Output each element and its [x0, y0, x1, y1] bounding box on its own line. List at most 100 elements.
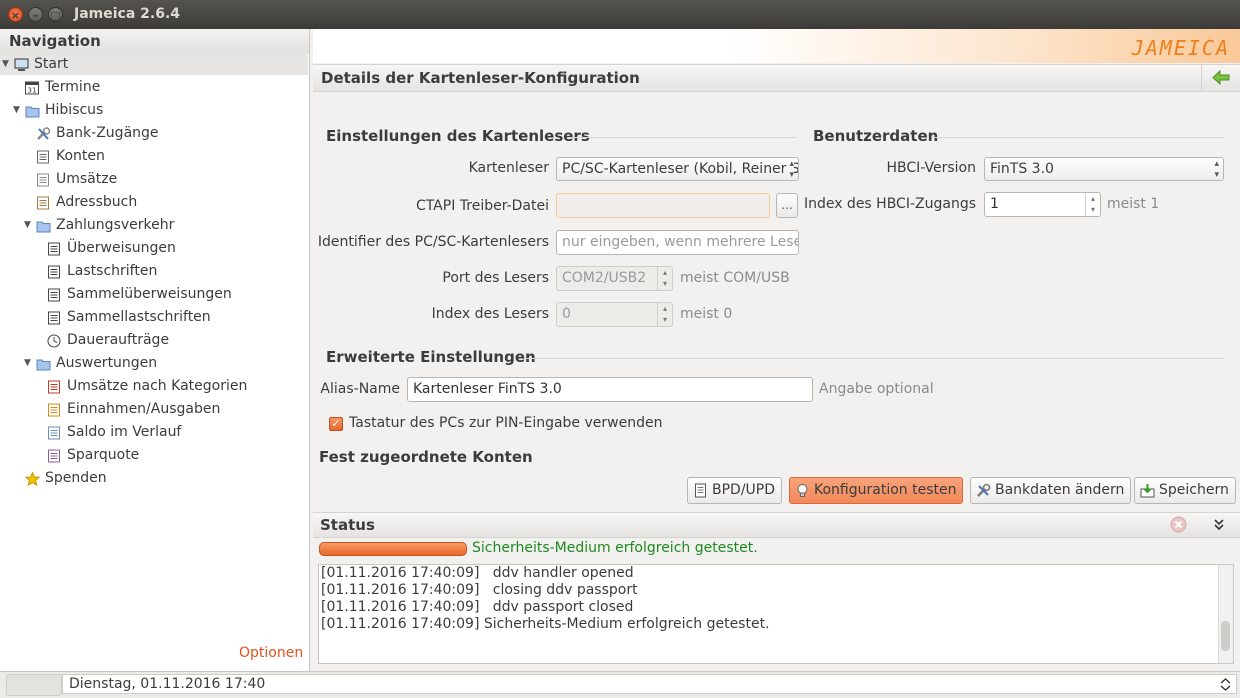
spinner-arrows-icon[interactable]: ▴ ▾: [657, 303, 672, 326]
hbci-version-select[interactable]: FinTS 3.0 ▴ ▾: [984, 157, 1224, 181]
chart-icon: [47, 379, 61, 394]
nav-item-sammellastschriften[interactable]: Sammellastschriften: [0, 306, 308, 328]
nav-item-label: Sammellastschriften: [67, 309, 211, 325]
reader-settings-title: Einstellungen des Kartenlesers: [326, 127, 590, 145]
window-close-button[interactable]: ×: [8, 7, 23, 22]
assigned-accounts-title: Fest zugeordnete Konten: [319, 448, 533, 466]
change-bankdata-button[interactable]: Bankdaten ändern: [970, 477, 1132, 504]
bpd-upd-button[interactable]: BPD/UPD: [687, 477, 783, 504]
clear-status-icon[interactable]: [1170, 516, 1187, 533]
collapse-icon[interactable]: [1213, 518, 1225, 532]
nav-item-label: Einnahmen/Ausgaben: [67, 401, 221, 417]
spinner-arrows-icon[interactable]: ▴ ▾: [1085, 193, 1100, 216]
nav-item-hibiscus[interactable]: ▼ Hibiscus: [0, 99, 308, 121]
status-header: Status: [313, 512, 1240, 538]
expand-toggle-icon[interactable]: ▼: [24, 214, 34, 236]
index-spinner[interactable]: 0 ▴ ▾: [556, 302, 673, 327]
bpd-upd-label: BPD/UPD: [712, 482, 776, 498]
addressbook-icon: [36, 195, 50, 210]
nav-item-spenden[interactable]: Spenden: [0, 467, 308, 489]
nav-item-zahlungsverkehr[interactable]: ▼ Zahlungsverkehr: [0, 214, 308, 236]
port-spinner[interactable]: COM2/USB2 ▴ ▾: [556, 266, 673, 291]
nav-item-sparquote[interactable]: Sparquote: [0, 444, 308, 466]
nav-item-label: Zahlungsverkehr: [56, 217, 175, 233]
nav-item-saldo-im-verlauf[interactable]: Saldo im Verlauf: [0, 421, 308, 443]
log-scrollbar[interactable]: [1218, 565, 1233, 663]
identifier-input[interactable]: nur eingeben, wenn mehrere Leser: [556, 230, 799, 255]
nav-item-sammelüberweisungen[interactable]: Sammelüberweisungen: [0, 283, 308, 305]
kartenleser-label: Kartenleser: [468, 160, 549, 176]
expand-icon[interactable]: [1220, 678, 1231, 691]
nav-item-termine[interactable]: 31 Termine: [0, 76, 308, 98]
advanced-settings-title: Erweiterte Einstellungen: [326, 348, 536, 366]
kartenleser-select[interactable]: PC/SC-Kartenleser (Kobil, Reiner SCT) ▴ ▾: [556, 157, 799, 181]
hbci-index-hint: meist 1: [1107, 196, 1160, 212]
index-hint: meist 0: [680, 306, 733, 322]
expand-toggle-icon[interactable]: ▼: [2, 53, 12, 75]
nav-item-label: Bank-Zugänge: [56, 125, 159, 141]
nav-item-label: Umsätze: [56, 171, 118, 187]
nav-item-label: Termine: [45, 79, 101, 95]
nav-item-label: Adressbuch: [56, 194, 138, 210]
nav-item-umsätze-nach-kategorien[interactable]: Umsätze nach Kategorien: [0, 375, 308, 397]
nav-item-umsätze[interactable]: Umsätze: [0, 168, 308, 190]
ctapi-file-field[interactable]: [556, 193, 770, 218]
options-link[interactable]: Optionen: [239, 645, 303, 661]
alias-hint: Angabe optional: [819, 381, 934, 397]
nav-item-adressbuch[interactable]: Adressbuch: [0, 191, 308, 213]
folder-icon: [36, 218, 51, 233]
back-button[interactable]: [1201, 65, 1240, 91]
status-title: Status: [320, 516, 375, 534]
nav-item-einnahmen-ausgaben[interactable]: Einnahmen/Ausgaben: [0, 398, 308, 420]
folder-icon: [36, 356, 51, 371]
keyboard-pin-checkbox[interactable]: ✓: [329, 417, 343, 431]
hbci-index-spinner[interactable]: 1 ▴ ▾: [984, 192, 1101, 217]
index-value: 0: [562, 306, 571, 322]
window-minimize-button[interactable]: –: [28, 7, 43, 22]
hbci-index-value: 1: [990, 196, 999, 212]
log-line: [01.11.2016 17:40:09] closing ddv passpo…: [321, 582, 638, 598]
window-maximize-button[interactable]: □: [48, 7, 63, 22]
jameica-logo: JAMEICA: [1131, 36, 1230, 60]
balance-icon: [47, 425, 61, 440]
hbci-version-label: HBCI-Version: [886, 160, 976, 176]
progress-bar: [319, 542, 467, 556]
nav-item-label: Hibiscus: [45, 102, 104, 118]
nav-item-überweisungen[interactable]: Überweisungen: [0, 237, 308, 259]
identifier-label: Identifier des PC/SC-Kartenlesers: [317, 234, 549, 250]
folder-icon: [25, 103, 40, 118]
nav-item-label: Auswertungen: [56, 355, 158, 371]
save-button[interactable]: Speichern: [1134, 477, 1236, 504]
scrollbar-thumb[interactable]: [1221, 621, 1230, 651]
nav-item-daueraufträge[interactable]: Daueraufträge: [0, 329, 308, 351]
nav-item-label: Umsätze nach Kategorien: [67, 378, 248, 394]
expand-toggle-icon[interactable]: ▼: [13, 99, 23, 121]
page-title: Details der Kartenleser-Konfiguration: [321, 69, 640, 87]
spinner-arrows-icon[interactable]: ▴ ▾: [657, 267, 672, 290]
nav-item-auswertungen[interactable]: ▼ Auswertungen: [0, 352, 308, 374]
nav-item-bank-zugänge[interactable]: Bank-Zugänge: [0, 122, 308, 144]
navigation-title: Navigation: [9, 32, 101, 50]
details-header: Details der Kartenleser-Konfiguration: [313, 64, 1240, 92]
alias-label: Alias-Name: [320, 381, 400, 397]
nav-item-lastschriften[interactable]: Lastschriften: [0, 260, 308, 282]
select-arrows-icon: ▴ ▾: [1214, 158, 1219, 180]
port-hint: meist COM/USB: [680, 270, 790, 286]
log-output[interactable]: [01.11.2016 17:40:09] ddv handler opened…: [318, 564, 1234, 664]
status-bar-cell: [6, 674, 62, 696]
nav-item-konten[interactable]: Konten: [0, 145, 308, 167]
expand-toggle-icon[interactable]: ▼: [24, 352, 34, 374]
alias-input[interactable]: Kartenleser FinTS 3.0: [407, 377, 813, 402]
status-bar: Dienstag, 01.11.2016 17:40: [0, 671, 1240, 698]
port-value: COM2/USB2: [562, 270, 647, 286]
navigation-panel: Navigation ▼ Start 31 Termine ▼ Hibiscus Bank-…: [0, 29, 310, 695]
nav-item-label: Saldo im Verlauf: [67, 424, 182, 440]
nav-item-label: Sammelüberweisungen: [67, 286, 232, 302]
star-icon: [24, 471, 41, 487]
test-configuration-button[interactable]: Konfiguration testen: [789, 477, 964, 504]
lightbulb-icon: [797, 484, 808, 497]
savings-icon: [47, 448, 61, 463]
status-message: Sicherheits-Medium erfolgreich getestet.: [472, 540, 758, 556]
nav-item-start[interactable]: ▼ Start: [0, 53, 308, 75]
nav-item-label: Spenden: [45, 470, 107, 486]
